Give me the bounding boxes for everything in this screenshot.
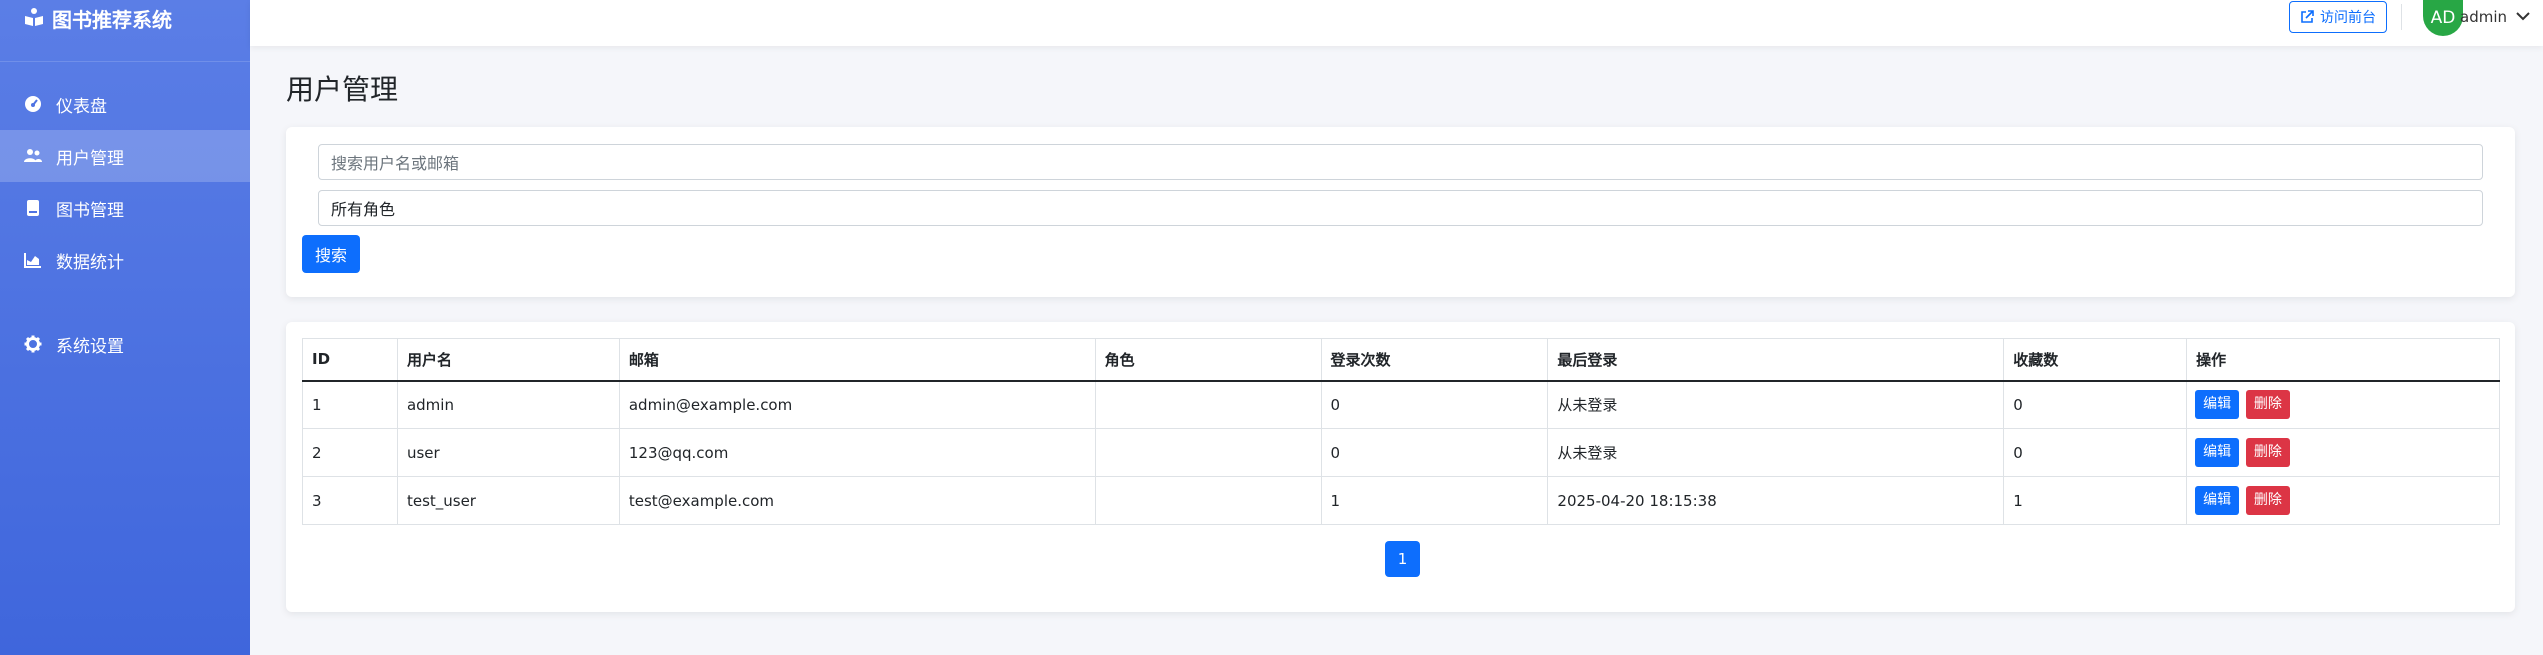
cell-favorites: 1 — [2003, 476, 2188, 525]
visit-frontend-button[interactable]: 访问前台 — [2289, 1, 2387, 33]
cell-favorites: 0 — [2003, 428, 2188, 477]
sidebar-item-label: 仪表盘 — [56, 96, 107, 117]
edit-button[interactable]: 编辑 — [2195, 486, 2240, 515]
gear-icon — [24, 335, 42, 353]
cell-actions: 编辑 删除 — [2186, 380, 2500, 429]
sidebar-item-label: 图书管理 — [56, 200, 124, 221]
search-card: 搜索用户名或邮箱 所有角色 搜索 — [286, 127, 2515, 297]
table-row: 1 admin admin@example.com 0 从未登录 0 编辑 删除 — [302, 380, 2500, 429]
cell-id: 2 — [302, 428, 398, 477]
column-header: ID — [302, 338, 398, 382]
chevron-down-icon[interactable] — [2515, 8, 2531, 24]
column-header: 角色 — [1094, 338, 1322, 382]
divider — [2401, 4, 2402, 30]
column-header: 邮箱 — [618, 338, 1096, 382]
sidebar-item-users[interactable]: 用户管理 — [0, 130, 250, 182]
sidebar-item-dashboard[interactable]: 仪表盘 — [0, 78, 250, 130]
users-table-card: ID 用户名 邮箱 角色 登录次数 最后登录 收藏数 操作 1 admin ad… — [286, 322, 2515, 612]
cell-id: 3 — [302, 476, 398, 525]
column-header: 登录次数 — [1320, 338, 1549, 382]
external-link-icon — [2301, 10, 2314, 23]
page-title: 用户管理 — [286, 73, 399, 106]
table-row: 3 test_user test@example.com 1 2025-04-2… — [302, 476, 2500, 525]
cell-email: 123@qq.com — [618, 428, 1096, 477]
cell-login-count: 0 — [1320, 380, 1549, 429]
book-icon — [27, 200, 39, 216]
cell-last-login: 2025-04-20 18:15:38 — [1547, 476, 2005, 525]
brand-title: 图书推荐系统 — [52, 8, 172, 32]
avatar[interactable]: AD — [2423, 0, 2463, 36]
cell-username: test_user — [396, 476, 620, 525]
dashboard-icon — [25, 96, 41, 112]
users-table: ID 用户名 邮箱 角色 登录次数 最后登录 收藏数 操作 1 admin ad… — [302, 338, 2500, 525]
table-header-row: ID 用户名 邮箱 角色 登录次数 最后登录 收藏数 操作 — [302, 338, 2500, 382]
cell-email: admin@example.com — [618, 380, 1096, 429]
column-header: 用户名 — [396, 338, 620, 382]
cell-favorites: 0 — [2003, 380, 2188, 429]
user-name[interactable]: admin — [2460, 8, 2507, 26]
cell-role — [1094, 476, 1322, 525]
brand[interactable]: 图书推荐系统 — [0, 0, 250, 62]
cell-login-count: 1 — [1320, 476, 1549, 525]
column-header: 收藏数 — [2003, 338, 2188, 382]
cell-role — [1094, 380, 1322, 429]
cell-username: user — [396, 428, 620, 477]
cell-id: 1 — [302, 380, 398, 429]
cell-last-login: 从未登录 — [1547, 380, 2005, 429]
search-button[interactable]: 搜索 — [302, 235, 360, 273]
nav-divider — [0, 286, 250, 318]
column-header: 操作 — [2186, 338, 2500, 382]
sidebar-item-settings[interactable]: 系统设置 — [0, 318, 250, 370]
sidebar-item-label: 系统设置 — [56, 336, 124, 357]
sidebar-nav: 仪表盘 用户管理 图书管理 数据统计 系统设置 — [0, 62, 250, 370]
sidebar: 图书推荐系统 仪表盘 用户管理 图书管理 数据统计 系统设置 — [0, 0, 250, 655]
table-row: 2 user 123@qq.com 0 从未登录 0 编辑 删除 — [302, 428, 2500, 477]
cell-actions: 编辑 删除 — [2186, 428, 2500, 477]
sidebar-item-label: 数据统计 — [56, 252, 124, 273]
book-reader-icon — [25, 8, 43, 26]
users-icon — [24, 149, 42, 162]
visit-frontend-label: 访问前台 — [2320, 10, 2376, 26]
delete-button[interactable]: 删除 — [2245, 438, 2290, 467]
sidebar-item-books[interactable]: 图书管理 — [0, 182, 250, 234]
cell-actions: 编辑 删除 — [2186, 476, 2500, 525]
sidebar-item-label: 用户管理 — [56, 148, 124, 169]
role-select[interactable]: 所有角色 — [318, 190, 2483, 226]
cell-last-login: 从未登录 — [1547, 428, 2005, 477]
chart-icon — [24, 253, 41, 268]
search-input[interactable]: 搜索用户名或邮箱 — [318, 144, 2483, 180]
edit-button[interactable]: 编辑 — [2195, 390, 2240, 420]
delete-button[interactable]: 删除 — [2245, 486, 2290, 515]
edit-button[interactable]: 编辑 — [2195, 438, 2240, 467]
cell-email: test@example.com — [618, 476, 1096, 525]
pagination-page-1[interactable]: 1 — [1385, 541, 1420, 577]
delete-button[interactable]: 删除 — [2245, 390, 2290, 420]
sidebar-item-statistics[interactable]: 数据统计 — [0, 234, 250, 286]
cell-username: admin — [396, 380, 620, 429]
cell-role — [1094, 428, 1322, 477]
column-header: 最后登录 — [1547, 338, 2005, 382]
top-bar: 访问前台 AD admin — [250, 0, 2543, 46]
cell-login-count: 0 — [1320, 428, 1549, 477]
